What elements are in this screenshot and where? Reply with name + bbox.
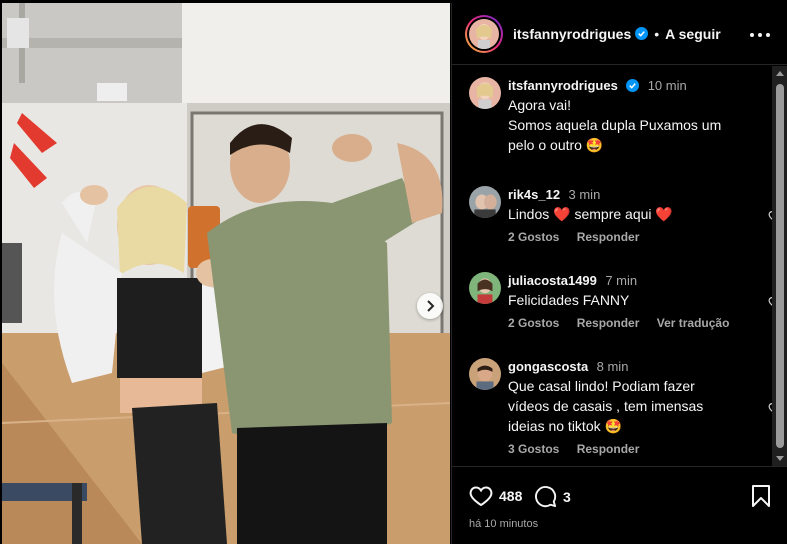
next-photo-button[interactable] xyxy=(417,293,443,319)
caption-line: Agora vai! xyxy=(508,97,572,113)
header-username[interactable]: itsfannyrodrigues xyxy=(513,26,631,42)
more-options-icon[interactable] xyxy=(750,25,770,45)
comment-time: 8 min xyxy=(596,359,629,374)
comment-text: ideias no tiktok 🤩 xyxy=(508,418,622,434)
comment-icon[interactable] xyxy=(534,485,557,508)
comment-action[interactable]: 3 xyxy=(534,485,571,508)
likes-count[interactable]: 488 xyxy=(499,488,522,504)
commenter-username[interactable]: rik4s_12 xyxy=(508,187,560,202)
gym-selfie-image xyxy=(2,3,450,544)
scroll-thumb[interactable] xyxy=(776,84,784,448)
scroll-down-arrow[interactable] xyxy=(776,456,784,461)
caption-time: 10 min xyxy=(647,78,687,93)
header-separator: • xyxy=(654,25,660,42)
chevron-right-icon xyxy=(427,300,435,312)
comment-text: Lindos ❤️ sempre aqui ❤️ xyxy=(508,206,673,222)
following-button[interactable]: A seguir xyxy=(665,26,721,42)
post-photo[interactable] xyxy=(2,3,450,544)
instagram-post-modal: itsfannyrodrigues • A seguir itsfannyrod… xyxy=(0,0,787,544)
comment-text: Que casal lindo! Podiam fazer xyxy=(508,378,695,394)
caption-line: Somos aquela dupla Puxamos um xyxy=(508,117,722,133)
comment-item: juliacosta1499 7 min Felicidades FANNY 2… xyxy=(469,272,775,334)
caption-line: pelo o outro 🤩 xyxy=(508,137,604,153)
comment-text: vídeos de casais , tem imensas xyxy=(508,398,704,414)
heart-icon[interactable] xyxy=(469,485,493,507)
comment-time: 3 min xyxy=(568,187,601,202)
commenter-avatar[interactable] xyxy=(469,272,501,304)
post-side-panel: itsfannyrodrigues • A seguir itsfannyrod… xyxy=(451,3,787,544)
comment-likes[interactable]: 2 Gostos xyxy=(508,316,559,330)
caption-username[interactable]: itsfannyrodrigues xyxy=(508,78,618,93)
verified-badge-icon xyxy=(635,27,649,40)
reply-button[interactable]: Responder xyxy=(577,442,640,456)
comment-likes[interactable]: 3 Gostos xyxy=(508,442,559,456)
see-translation-button[interactable]: Ver tradução xyxy=(657,316,730,330)
comment-item: rik4s_12 3 min Lindos ❤️ sempre aqui ❤️ … xyxy=(469,186,775,248)
comment-time: 7 min xyxy=(605,273,638,288)
commenter-username[interactable]: juliacosta1499 xyxy=(508,273,597,288)
commenter-avatar[interactable] xyxy=(469,186,501,218)
comment-item: gongascosta 8 min Que casal lindo! Podia… xyxy=(469,358,775,460)
verified-badge-icon xyxy=(626,79,640,92)
bookmark-icon[interactable] xyxy=(751,485,771,507)
commenter-avatar[interactable] xyxy=(469,358,501,390)
comment-likes[interactable]: 2 Gostos xyxy=(508,230,559,244)
like-action[interactable]: 488 xyxy=(469,485,522,507)
post-actions: 488 3 há 10 minutos xyxy=(452,466,787,544)
comments-list[interactable]: itsfannyrodrigues 10 min Agora vai! Somo… xyxy=(452,66,775,466)
comment-text: Felicidades FANNY xyxy=(508,292,630,308)
post-header: itsfannyrodrigues • A seguir xyxy=(452,3,787,65)
story-ring[interactable] xyxy=(465,14,503,53)
comments-count[interactable]: 3 xyxy=(563,489,571,505)
post-timestamp: há 10 minutos xyxy=(469,518,539,530)
comments-scrollbar[interactable] xyxy=(772,66,787,466)
commenter-username[interactable]: gongascosta xyxy=(508,359,588,374)
reply-button[interactable]: Responder xyxy=(577,230,640,244)
reply-button[interactable]: Responder xyxy=(577,316,640,330)
caption-author-avatar[interactable] xyxy=(469,77,501,109)
scroll-up-arrow[interactable] xyxy=(776,71,784,76)
author-avatar xyxy=(469,18,499,49)
